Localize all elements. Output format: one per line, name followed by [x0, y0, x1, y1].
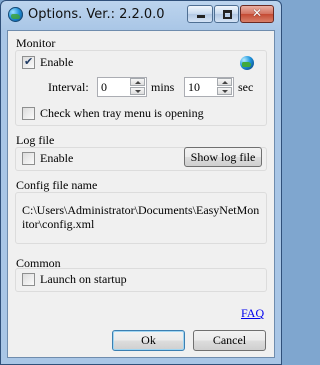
sec-down-arrow-icon[interactable]	[217, 87, 232, 95]
show-log-file-button[interactable]: Show log file	[184, 147, 262, 167]
mins-unit-label: mins	[151, 80, 175, 94]
maximize-button[interactable]	[214, 5, 239, 23]
dialog-body: Monitor Enable Interval: 0 mins 10 sec C…	[7, 30, 275, 358]
config-group-label: Config file name	[16, 178, 98, 192]
minimize-button[interactable]	[187, 5, 213, 23]
mins-value: 0	[101, 80, 107, 94]
globe-status-icon	[240, 56, 254, 70]
close-button[interactable]: ✕	[240, 5, 274, 23]
maximize-icon	[223, 10, 232, 19]
title-bar[interactable]: Options. Ver.: 2.2.0.0 ✕	[1, 1, 281, 29]
sec-stepper-arrows	[217, 78, 233, 96]
close-icon: ✕	[251, 6, 263, 20]
sec-up-arrow-icon[interactable]	[217, 78, 232, 86]
tray-check-label[interactable]: Check when tray menu is opening	[40, 106, 204, 121]
sec-unit-label: sec	[238, 80, 254, 94]
minimize-icon	[197, 15, 205, 18]
log-enable-label[interactable]: Enable	[40, 151, 73, 166]
mins-stepper-arrows	[130, 78, 146, 96]
options-window: Options. Ver.: 2.2.0.0 ✕ Monitor Enable …	[0, 0, 282, 365]
config-file-path: C:\Users\Administrator\Documents\EasyNet…	[22, 203, 260, 231]
window-title: Options. Ver.: 2.2.0.0	[28, 7, 165, 22]
launch-startup-label[interactable]: Launch on startup	[40, 272, 127, 287]
sec-stepper[interactable]: 10	[184, 77, 234, 97]
mins-up-arrow-icon[interactable]	[130, 78, 145, 86]
globe-app-icon	[8, 7, 23, 22]
launch-startup-checkbox[interactable]	[22, 273, 35, 286]
monitor-group-label: Monitor	[16, 36, 56, 50]
mins-down-arrow-icon[interactable]	[130, 87, 145, 95]
log-enable-checkbox[interactable]	[22, 152, 35, 165]
monitor-enable-checkbox[interactable]	[22, 55, 35, 69]
sec-value: 10	[188, 80, 200, 94]
tray-check-checkbox[interactable]	[22, 107, 35, 120]
mins-stepper[interactable]: 0	[97, 77, 147, 97]
monitor-enable-label[interactable]: Enable	[40, 55, 73, 70]
interval-label: Interval:	[48, 80, 89, 94]
log-file-group-label: Log file	[16, 133, 55, 147]
cancel-button[interactable]: Cancel	[193, 330, 266, 351]
ok-button[interactable]: Ok	[112, 330, 185, 351]
faq-link[interactable]: FAQ	[241, 306, 264, 321]
